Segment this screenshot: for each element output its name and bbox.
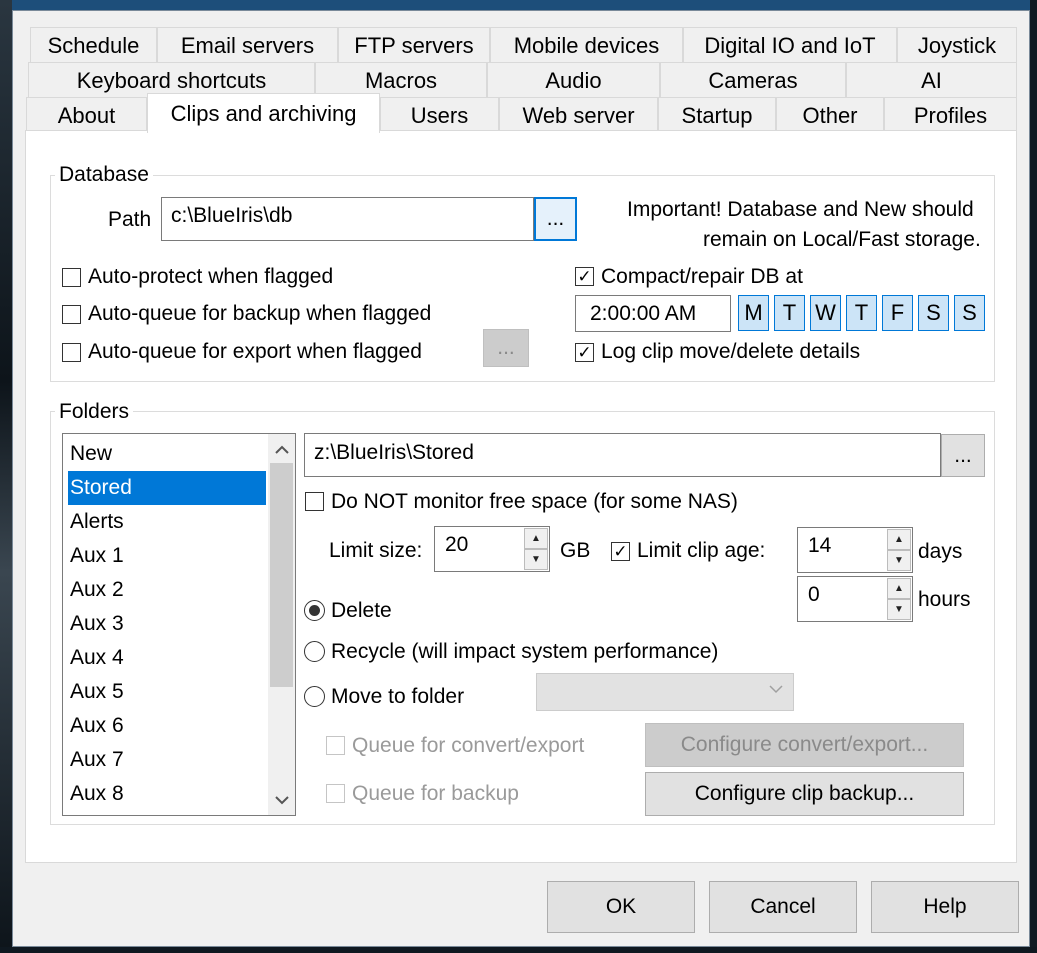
tab-other[interactable]: Other bbox=[776, 97, 884, 133]
tab-label: Mobile devices bbox=[513, 32, 660, 58]
tab-page bbox=[25, 130, 1017, 863]
title-bar[interactable] bbox=[12, 0, 1030, 10]
tab-label: Cameras bbox=[708, 67, 798, 93]
tab-audio[interactable]: Audio bbox=[487, 62, 660, 98]
tab-label: Keyboard shortcuts bbox=[76, 67, 267, 93]
tab-label: Startup bbox=[681, 102, 753, 128]
tab-clips-and-archiving[interactable]: Clips and archiving bbox=[147, 93, 380, 133]
tab-label: AI bbox=[921, 67, 942, 93]
tab-label: Macros bbox=[364, 67, 438, 93]
tab-label: Clips and archiving bbox=[170, 100, 357, 126]
tab-startup[interactable]: Startup bbox=[658, 97, 776, 133]
tab-label: Email servers bbox=[180, 32, 315, 58]
tab-cameras[interactable]: Cameras bbox=[660, 62, 846, 98]
tab-label: Users bbox=[410, 102, 469, 128]
background-window-strip bbox=[0, 0, 12, 953]
tab-label: Audio bbox=[545, 67, 602, 93]
tab-label: Schedule bbox=[47, 32, 140, 58]
tab-label: Joystick bbox=[917, 32, 997, 58]
tab-web-server[interactable]: Web server bbox=[499, 97, 658, 133]
tab-joystick[interactable]: Joystick bbox=[897, 27, 1017, 63]
tab-profiles[interactable]: Profiles bbox=[884, 97, 1017, 133]
tab-ftp-servers[interactable]: FTP servers bbox=[338, 27, 490, 63]
tab-ai[interactable]: AI bbox=[846, 62, 1017, 98]
tab-label: About bbox=[57, 102, 116, 128]
tab-label: Profiles bbox=[913, 102, 988, 128]
tab-label: Digital IO and IoT bbox=[704, 32, 876, 58]
background-bottom bbox=[0, 947, 1037, 953]
tab-mobile-devices[interactable]: Mobile devices bbox=[490, 27, 683, 63]
tab-digital-io[interactable]: Digital IO and IoT bbox=[683, 27, 897, 63]
tab-label: FTP servers bbox=[354, 32, 474, 58]
background-window-strip-right bbox=[1030, 0, 1037, 953]
tab-email-servers[interactable]: Email servers bbox=[157, 27, 338, 63]
tab-label: Web server bbox=[522, 102, 635, 128]
tab-schedule[interactable]: Schedule bbox=[30, 27, 157, 63]
tab-label: Other bbox=[802, 102, 858, 128]
tab-about[interactable]: About bbox=[26, 97, 147, 133]
tab-users[interactable]: Users bbox=[380, 97, 499, 133]
